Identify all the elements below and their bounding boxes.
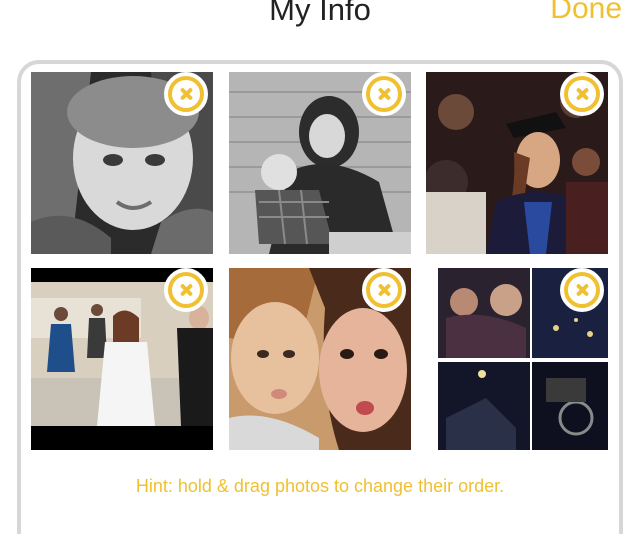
remove-photo-6-button[interactable] [560,268,604,312]
page-title: My Info [269,0,371,27]
remove-photo-5-button[interactable] [362,268,406,312]
close-circle-icon [564,272,600,308]
close-circle-icon [366,76,402,112]
reorder-hint: Hint: hold & drag photos to change their… [135,476,505,496]
close-circle-icon [366,272,402,308]
close-circle-icon [168,272,204,308]
remove-photo-3-button[interactable] [560,72,604,116]
nav-bar: My Info Done [0,0,640,40]
remove-photo-4-button[interactable] [164,268,208,312]
remove-photo-2-button[interactable] [362,72,406,116]
remove-photo-1-button[interactable] [164,72,208,116]
close-circle-icon [168,76,204,112]
done-button[interactable]: Done [550,0,622,26]
close-circle-icon [564,76,600,112]
